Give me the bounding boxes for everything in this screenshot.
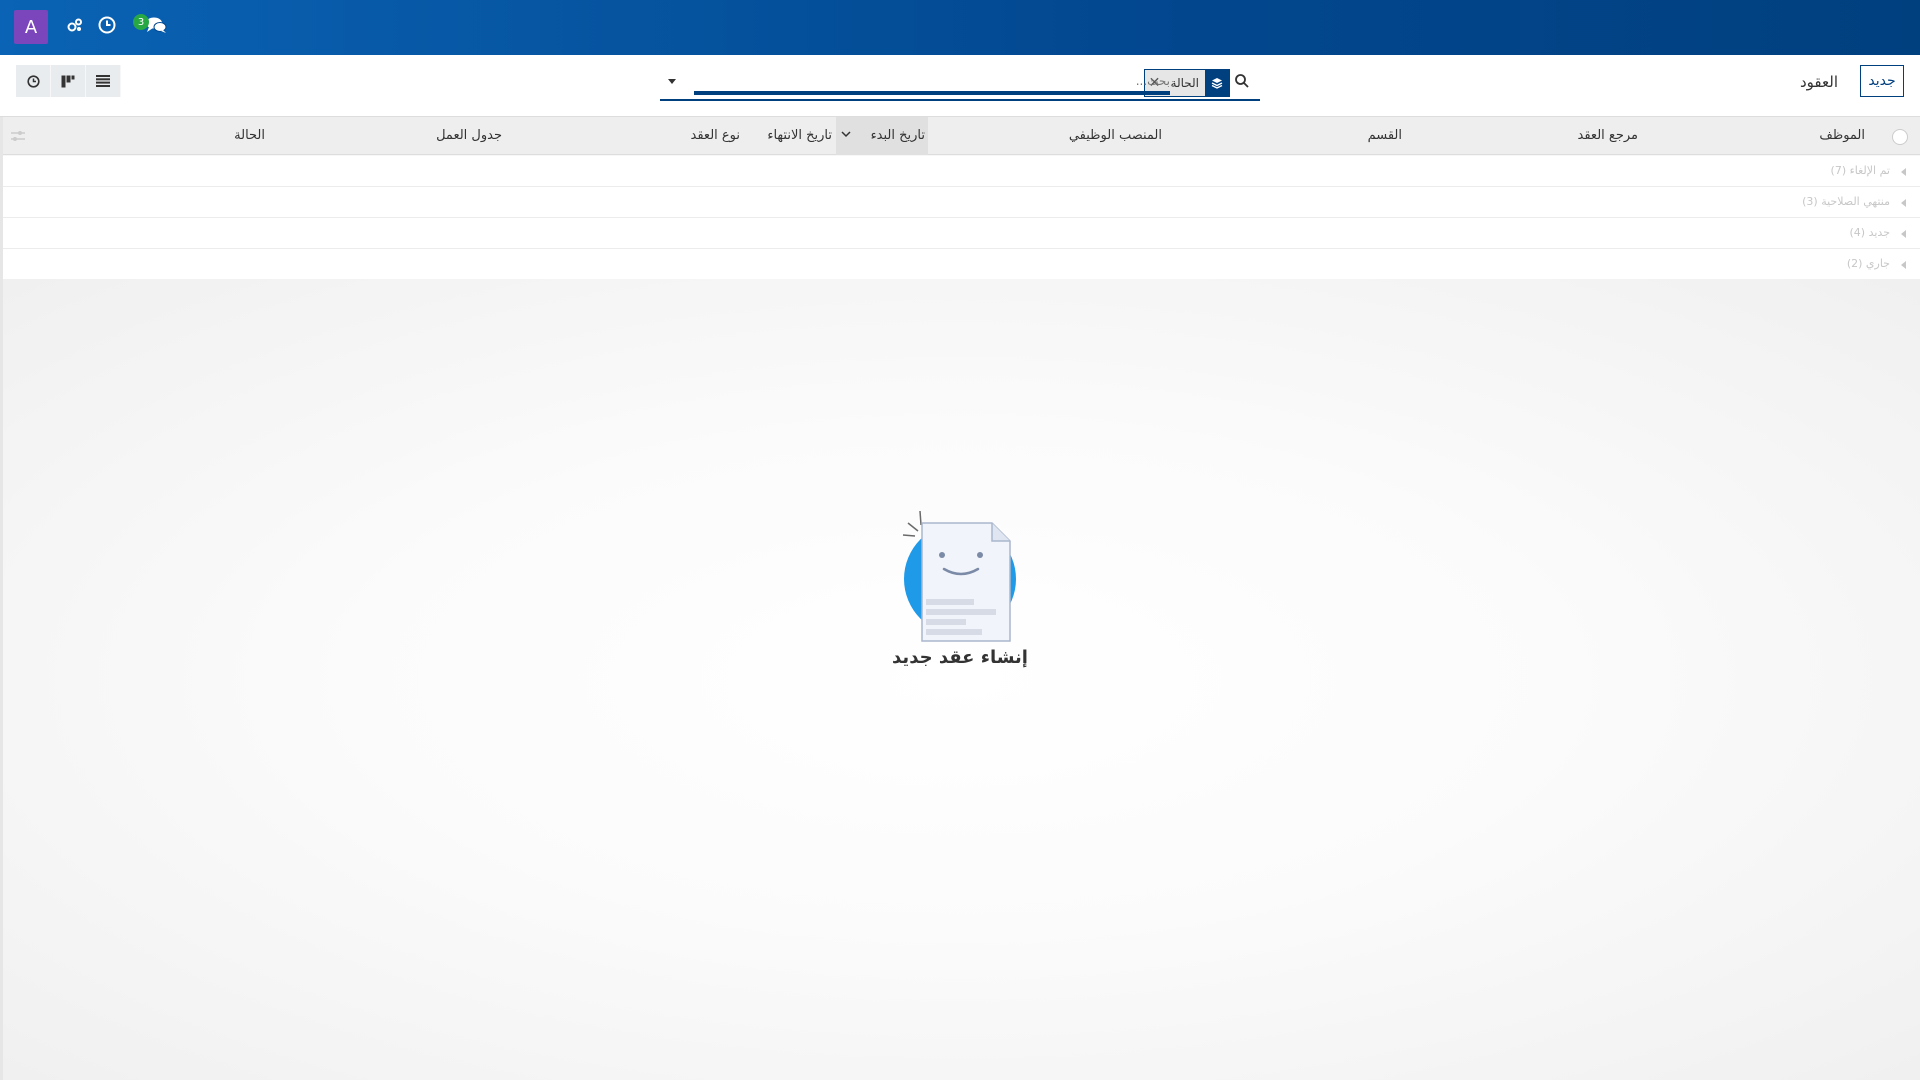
top-navbar: A 3	[0, 0, 1920, 55]
new-button[interactable]: جديد	[1860, 65, 1904, 97]
column-end-date[interactable]: تاريخ الانتهاء	[767, 128, 832, 143]
chat-badge: 3	[133, 14, 149, 30]
content-area	[0, 279, 1920, 1080]
control-panel: جديد العقود الحالة ✕	[0, 55, 1920, 117]
search-bar: الحالة ✕	[660, 67, 1260, 101]
empty-state-title: إنشاء عقد جديد	[892, 647, 1028, 668]
column-start-date[interactable]: تاريخ البدء	[871, 128, 925, 143]
search-icon[interactable]	[1234, 73, 1254, 93]
group-row[interactable]: جاري (2)	[0, 249, 1920, 280]
column-job-position[interactable]: المنصب الوظيفي	[1069, 128, 1162, 143]
column-work-schedule[interactable]: جدول العمل	[436, 128, 502, 143]
group-row[interactable]: تم الإلغاء (7)	[0, 156, 1920, 187]
activity-view-button[interactable]	[16, 65, 51, 97]
empty-state-illustration	[900, 503, 1020, 643]
clock-icon[interactable]	[96, 14, 118, 36]
breadcrumb: العقود	[1800, 73, 1838, 91]
caret-left-icon	[1901, 230, 1906, 238]
column-contract-ref[interactable]: مرجع العقد	[1578, 128, 1638, 143]
search-input[interactable]	[694, 71, 1170, 95]
select-all-checkbox[interactable]	[1892, 129, 1908, 145]
kanban-view-button[interactable]	[51, 65, 86, 97]
facet-value: الحالة	[1164, 70, 1205, 96]
column-employee[interactable]: الموظف	[1819, 128, 1865, 143]
view-switcher	[16, 65, 121, 97]
caret-left-icon	[1901, 199, 1906, 207]
group-row[interactable]: جديد (4)	[0, 218, 1920, 249]
left-edge-divider	[0, 117, 3, 1080]
column-department[interactable]: القسم	[1368, 128, 1402, 143]
group-label: جاري (2)	[1846, 257, 1890, 270]
column-contract-type[interactable]: نوع العقد	[691, 128, 740, 143]
caret-left-icon	[1901, 261, 1906, 269]
group-label: تم الإلغاء (7)	[1830, 164, 1890, 177]
group-label: منتهي الصلاحية (3)	[1802, 195, 1890, 208]
list-view-button[interactable]	[86, 65, 121, 97]
user-avatar[interactable]: A	[14, 10, 48, 44]
optional-columns-icon[interactable]	[10, 129, 26, 143]
layers-icon	[1205, 70, 1229, 96]
group-row[interactable]: منتهي الصلاحية (3)	[0, 187, 1920, 218]
sort-chevron-icon	[840, 128, 852, 143]
table-header: الموظف مرجع العقد القسم المنصب الوظيفي ت…	[0, 117, 1920, 155]
activity-icon[interactable]	[64, 14, 86, 36]
group-label: جديد (4)	[1849, 226, 1891, 239]
column-status[interactable]: الحالة	[234, 128, 265, 143]
caret-left-icon	[1901, 168, 1906, 176]
caret-down-icon[interactable]	[666, 75, 680, 89]
